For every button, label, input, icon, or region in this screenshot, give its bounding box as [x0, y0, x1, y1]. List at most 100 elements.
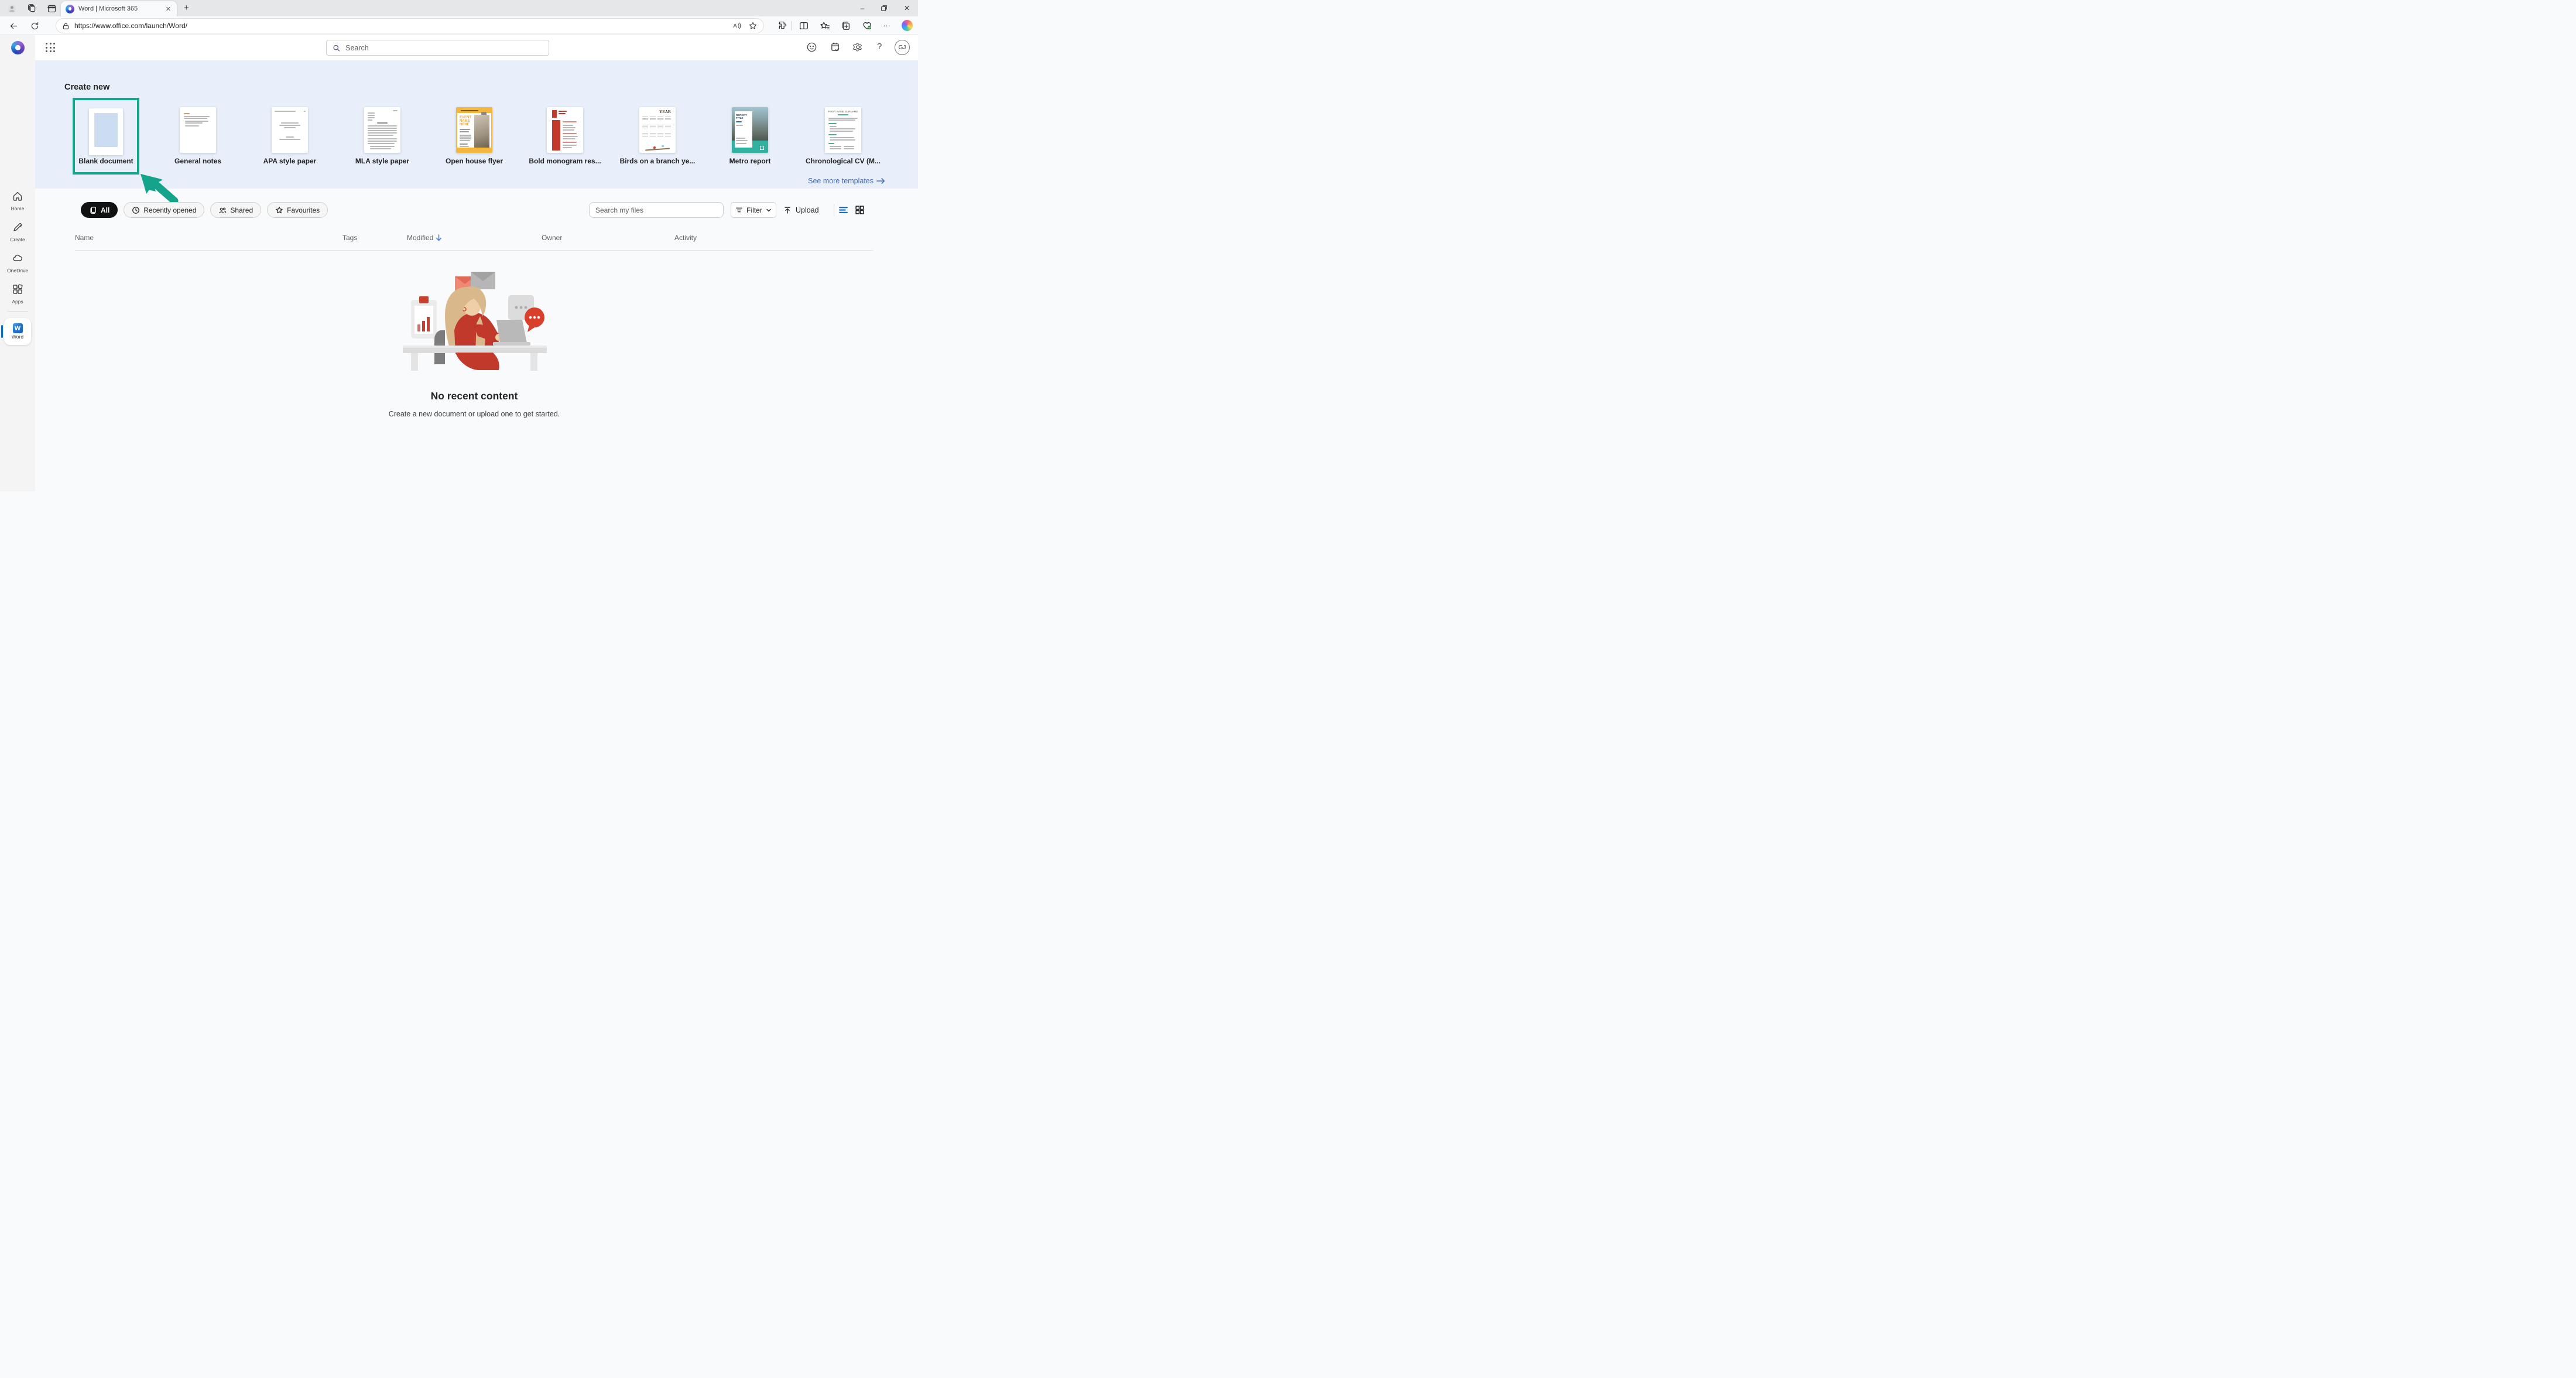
template-card-birds-calendar[interactable]: YEAR [639, 107, 676, 153]
column-header-tags[interactable]: Tags [342, 234, 357, 242]
grid-view-icon[interactable] [855, 205, 865, 215]
window-minimize-button[interactable]: – [858, 4, 866, 12]
template-label: Metro report [704, 157, 796, 165]
apps-grid-icon [12, 283, 23, 295]
all-files-icon [89, 206, 97, 214]
sidebar-item-word[interactable]: W Word [4, 318, 31, 345]
active-app-indicator [1, 325, 3, 338]
favorite-star-icon[interactable] [748, 21, 758, 30]
read-aloud-icon[interactable]: A [732, 21, 741, 30]
column-header-activity[interactable]: Activity [674, 234, 697, 242]
filter-pill-favourites[interactable]: Favourites [267, 202, 328, 218]
empty-state-illustration [398, 269, 551, 379]
template-label: General notes [152, 157, 244, 165]
chevron-down-icon [766, 207, 772, 213]
template-label: Open house flyer [429, 157, 520, 165]
template-label: MLA style paper [337, 157, 428, 165]
my-day-icon[interactable] [830, 42, 841, 53]
global-search[interactable] [326, 40, 549, 56]
tab-title: Word | Microsoft 365 [78, 5, 165, 12]
column-header-owner[interactable]: Owner [542, 234, 562, 242]
url-text: https://www.office.com/launch/Word/ [74, 22, 725, 30]
sort-descending-icon [436, 234, 442, 241]
sidebar-item-onedrive[interactable]: OneDrive [1, 252, 34, 273]
extensions-icon[interactable] [777, 20, 788, 31]
rail-divider [7, 311, 28, 312]
template-card-metro-report[interactable]: REPORT TITLE [732, 107, 768, 153]
svg-text:A: A [733, 23, 737, 29]
copilot-icon[interactable] [902, 20, 913, 31]
favorites-list-icon[interactable] [820, 20, 830, 31]
browser-profile-icon[interactable] [7, 4, 17, 13]
template-card-chronological-cv[interactable]: FIRST NAME SURNAME [825, 107, 861, 153]
filter-pill-recently-opened[interactable]: Recently opened [124, 202, 204, 218]
table-header-divider [75, 250, 873, 251]
lock-icon [62, 22, 70, 30]
list-view-icon[interactable] [838, 205, 848, 215]
create-pencil-icon [12, 221, 23, 233]
template-label: Birds on a branch ye... [612, 157, 703, 165]
browser-essentials-icon[interactable] [862, 20, 872, 31]
sidebar-item-home[interactable]: Home [1, 190, 34, 211]
arrow-right-icon [876, 177, 885, 184]
onedrive-cloud-icon [12, 252, 23, 264]
sidebar-item-create[interactable]: Create [1, 221, 34, 242]
search-icon [333, 44, 340, 52]
browser-titlebar: Word | Microsoft 365 ✕ + – ✕ [0, 0, 918, 16]
template-label: Blank document [60, 157, 152, 165]
files-filter-pills: All Recently opened Shared Favourites [81, 202, 328, 218]
collections-icon[interactable] [841, 20, 851, 31]
settings-more-icon[interactable]: … [883, 19, 891, 28]
template-card-blank-document[interactable] [89, 108, 123, 155]
template-label: APA style paper [244, 157, 335, 165]
window-close-button[interactable]: ✕ [903, 4, 911, 12]
global-search-input[interactable] [345, 44, 543, 52]
app-rail: Home Create OneDrive Apps W Word [0, 60, 35, 491]
app-launcher-icon[interactable] [46, 43, 56, 53]
filter-button[interactable]: Filter [731, 202, 776, 218]
workspaces-icon[interactable] [27, 4, 37, 13]
new-tab-button[interactable]: + [184, 3, 189, 13]
template-label: Chronological CV (M... [797, 157, 889, 165]
template-card-general-notes[interactable] [180, 107, 216, 153]
people-icon [218, 206, 227, 214]
back-icon[interactable] [9, 21, 19, 31]
window-restore-button[interactable] [881, 5, 888, 12]
clock-icon [132, 206, 140, 214]
browser-tab[interactable]: Word | Microsoft 365 ✕ [61, 1, 177, 16]
create-new-title: Create new [64, 83, 109, 92]
filter-lines-icon [735, 206, 743, 214]
template-label: Bold monogram res... [519, 157, 611, 165]
settings-gear-icon[interactable] [852, 42, 864, 53]
annotation-arrow [138, 172, 184, 204]
upload-button[interactable]: Upload [783, 202, 819, 218]
split-screen-icon[interactable] [799, 20, 809, 31]
tab-actions-icon[interactable] [47, 4, 57, 13]
filter-pill-shared[interactable]: Shared [210, 202, 261, 218]
microsoft-365-favicon [66, 5, 74, 13]
column-header-modified[interactable]: Modified [407, 234, 442, 242]
template-card-mla-style[interactable] [364, 107, 400, 153]
help-icon[interactable]: ? [877, 42, 882, 52]
template-card-open-house-flyer[interactable]: EVENT NAME HERE [456, 107, 492, 153]
search-my-files-input[interactable] [595, 206, 717, 214]
search-my-files[interactable] [589, 202, 724, 218]
word-app-icon: W [13, 323, 23, 333]
microsoft-365-word-page: Word | Microsoft 365 ✕ + – ✕ https://www… [0, 0, 918, 491]
tab-close-icon[interactable]: ✕ [165, 5, 172, 13]
upload-icon [783, 206, 792, 214]
feedback-smiley-icon[interactable] [806, 42, 817, 53]
home-icon [12, 190, 23, 202]
column-header-name[interactable]: Name [75, 234, 94, 242]
refresh-icon[interactable] [30, 21, 40, 31]
template-card-bold-monogram-resume[interactable] [547, 107, 583, 153]
sidebar-item-apps[interactable]: Apps [1, 283, 34, 305]
microsoft-365-logo[interactable] [11, 41, 25, 54]
address-bar[interactable]: https://www.office.com/launch/Word/ A [56, 18, 764, 33]
star-icon [275, 206, 283, 214]
empty-state-subtitle: Create a new document or upload one to g… [0, 410, 948, 418]
see-more-templates-link[interactable]: See more templates [808, 177, 885, 185]
filter-pill-all[interactable]: All [81, 202, 118, 218]
account-avatar[interactable]: GJ [895, 40, 910, 55]
template-card-apa-style[interactable] [272, 107, 308, 153]
